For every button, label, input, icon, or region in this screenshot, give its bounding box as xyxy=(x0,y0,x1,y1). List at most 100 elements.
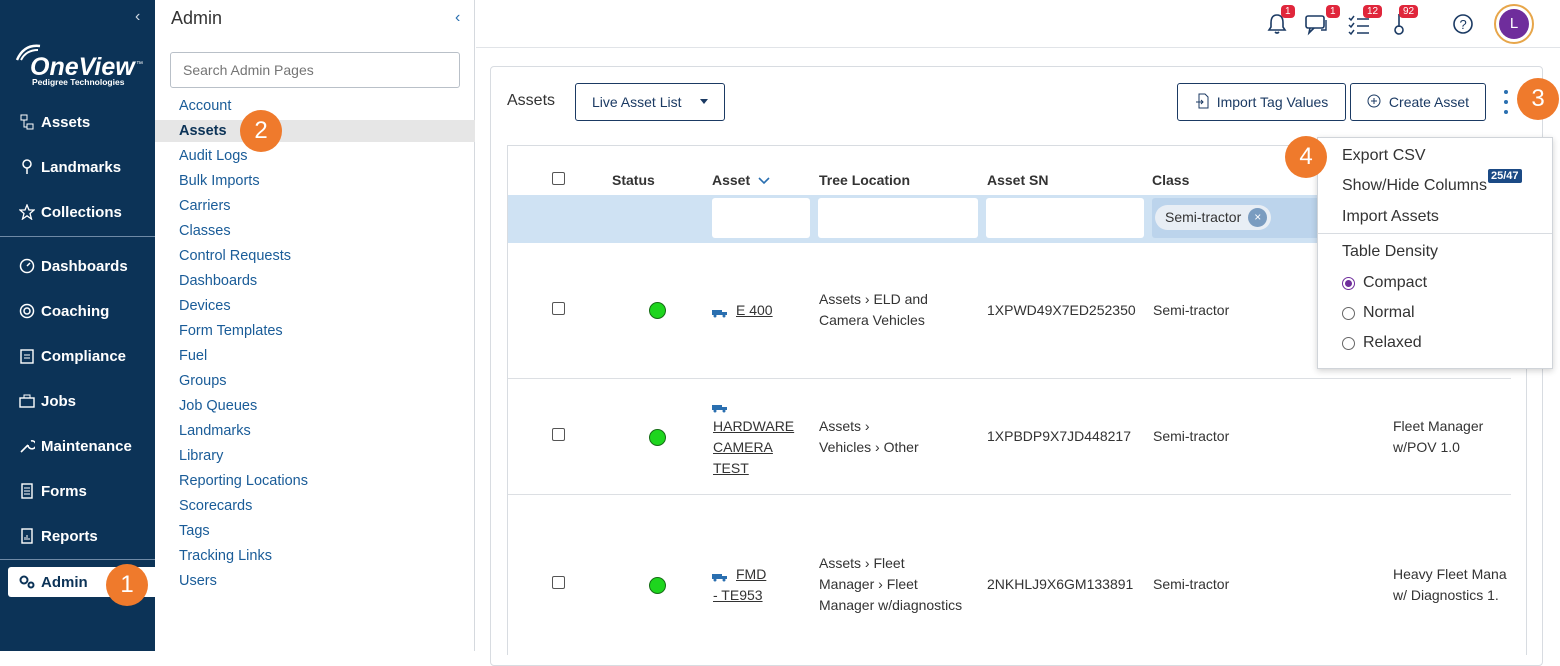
briefcase-icon xyxy=(16,392,38,410)
column-header-label: Asset xyxy=(712,172,751,188)
admin-link-groups[interactable]: Groups xyxy=(155,370,475,392)
import-assets-item[interactable]: Import Assets xyxy=(1342,208,1439,226)
admin-link-job-queues[interactable]: Job Queues xyxy=(155,395,475,417)
nav-item-label: Dashboards xyxy=(41,257,128,275)
admin-link-tracking-links[interactable]: Tracking Links xyxy=(155,545,475,567)
nav-item-label: Admin xyxy=(41,573,88,591)
asset-link[interactable]: E 400 xyxy=(736,300,773,321)
admin-link-scorecards[interactable]: Scorecards xyxy=(155,495,475,517)
user-avatar[interactable]: L xyxy=(1494,4,1534,44)
nav-item-reports[interactable]: Reports xyxy=(0,516,155,556)
nav-item-collections[interactable]: Collections xyxy=(0,192,155,232)
column-header-asset-sn[interactable]: Asset SN xyxy=(987,172,1048,188)
nav-item-landmarks[interactable]: Landmarks xyxy=(0,147,155,187)
status-indicator xyxy=(649,577,666,594)
help-icon[interactable]: ? xyxy=(1452,12,1478,36)
admin-link-carriers[interactable]: Carriers xyxy=(155,195,475,217)
column-header-asset[interactable]: Asset xyxy=(712,172,770,188)
column-header-tree-location[interactable]: Tree Location xyxy=(819,172,910,188)
density-relaxed-radio[interactable] xyxy=(1342,337,1355,350)
wrench-icon xyxy=(16,437,38,455)
density-normal-radio[interactable] xyxy=(1342,307,1355,320)
messages-icon[interactable]: 1 xyxy=(1304,5,1340,36)
class-filter-chip[interactable]: Semi-tractor × xyxy=(1155,205,1272,230)
tree-location-line: Camera Vehicles xyxy=(819,312,925,328)
status-indicator xyxy=(649,302,666,319)
notifications-icon[interactable]: 1 xyxy=(1265,5,1295,36)
row-divider xyxy=(508,494,1511,495)
admin-link-bulk-imports[interactable]: Bulk Imports xyxy=(155,170,475,192)
nav-divider xyxy=(0,559,155,560)
collapse-nav-icon[interactable]: ‹ xyxy=(135,8,140,26)
row-checkbox[interactable] xyxy=(552,576,565,589)
admin-link-control-requests[interactable]: Control Requests xyxy=(155,245,475,267)
nav-item-label: Landmarks xyxy=(41,158,122,176)
admin-search-input[interactable] xyxy=(170,52,460,88)
file-import-icon xyxy=(1195,93,1209,112)
tasks-icon[interactable]: 12 xyxy=(1347,5,1383,36)
import-tag-values-button[interactable]: Import Tag Values xyxy=(1177,83,1346,121)
select-all-checkbox[interactable] xyxy=(552,172,565,185)
nav-item-label: Compliance xyxy=(41,347,127,365)
create-asset-button[interactable]: Create Asset xyxy=(1350,83,1486,121)
admin-link-fuel[interactable]: Fuel xyxy=(155,345,475,367)
density-option-label[interactable]: Compact xyxy=(1363,274,1427,292)
show-hide-columns-item[interactable]: Show/Hide Columns xyxy=(1342,177,1487,195)
target-icon xyxy=(16,302,38,320)
svg-text:Pedigree Technologies: Pedigree Technologies xyxy=(32,77,125,87)
row-checkbox[interactable] xyxy=(552,428,565,441)
admin-link-users[interactable]: Users xyxy=(155,570,475,592)
admin-link-library[interactable]: Library xyxy=(155,445,475,467)
asset-link[interactable]: FMD - TE953 xyxy=(713,564,766,606)
nav-item-label: Assets xyxy=(41,113,91,131)
admin-link-assets[interactable]: Assets xyxy=(155,120,475,142)
nav-item-jobs[interactable]: Jobs xyxy=(0,381,155,421)
density-compact-radio[interactable] xyxy=(1342,277,1355,290)
admin-link-tags[interactable]: Tags xyxy=(155,520,475,542)
step-callout: 4 xyxy=(1285,136,1327,178)
admin-link-dashboards[interactable]: Dashboards xyxy=(155,270,475,292)
asset-filter-input[interactable] xyxy=(712,198,810,238)
asset-link[interactable]: HARDWARE CAMERA TEST xyxy=(713,416,794,479)
density-option-label[interactable]: Relaxed xyxy=(1363,334,1422,352)
admin-link-classes[interactable]: Classes xyxy=(155,220,475,242)
export-csv-item[interactable]: Export CSV xyxy=(1342,147,1426,165)
admin-link-reporting-locations[interactable]: Reporting Locations xyxy=(155,470,475,492)
admin-link-account[interactable]: Account xyxy=(155,95,475,117)
row-checkbox[interactable] xyxy=(552,302,565,315)
remove-chip-icon[interactable]: × xyxy=(1248,208,1268,227)
asset-sn-filter-input[interactable] xyxy=(986,198,1144,238)
status-indicator xyxy=(649,429,666,446)
admin-link-devices[interactable]: Devices xyxy=(155,295,475,317)
nav-item-maintenance[interactable]: Maintenance xyxy=(0,426,155,466)
nav-item-dashboards[interactable]: Dashboards xyxy=(0,246,155,286)
density-option-label[interactable]: Normal xyxy=(1363,304,1415,322)
collapse-admin-icon[interactable]: ‹ xyxy=(455,9,460,27)
nav-item-assets[interactable]: Assets xyxy=(0,102,155,142)
map-pin-icon xyxy=(16,158,38,176)
columns-count-badge: 25/47 xyxy=(1488,169,1522,183)
nav-item-coaching[interactable]: Coaching xyxy=(0,291,155,331)
admin-link-audit-logs[interactable]: Audit Logs xyxy=(155,145,475,167)
device-type-cell: Fleet Manager w/POV 1.0 xyxy=(1393,416,1511,458)
admin-link-landmarks[interactable]: Landmarks xyxy=(155,420,475,442)
oneview-logo[interactable]: OneView ™ Pedigree Technologies xyxy=(14,42,146,88)
asset-link-line: HARDWARE xyxy=(713,418,795,434)
admin-link-form-templates[interactable]: Form Templates xyxy=(155,320,475,342)
step-callout: 3 xyxy=(1517,78,1559,120)
step-callout: 2 xyxy=(240,110,282,152)
view-select[interactable]: Live Asset List xyxy=(575,83,725,121)
menu-divider xyxy=(1318,233,1552,234)
tree-location-filter-input[interactable] xyxy=(818,198,978,238)
tasks-badge: 12 xyxy=(1363,5,1383,18)
more-options-icon[interactable] xyxy=(1503,88,1509,118)
nav-item-compliance[interactable]: Compliance xyxy=(0,336,155,376)
column-header-class[interactable]: Class xyxy=(1152,172,1189,188)
column-header-status[interactable]: Status xyxy=(612,172,655,188)
alerts-icon[interactable]: 92 xyxy=(1389,5,1419,36)
asset-link-line: FMD xyxy=(736,566,767,582)
nav-item-forms[interactable]: Forms xyxy=(0,471,155,511)
asset-sn-cell: 1XPWD49X7ED252350 xyxy=(987,302,1136,318)
asset-sn-cell: 1XPBDP9X7JD448217 xyxy=(987,428,1131,444)
nav-item-label: Coaching xyxy=(41,302,110,320)
